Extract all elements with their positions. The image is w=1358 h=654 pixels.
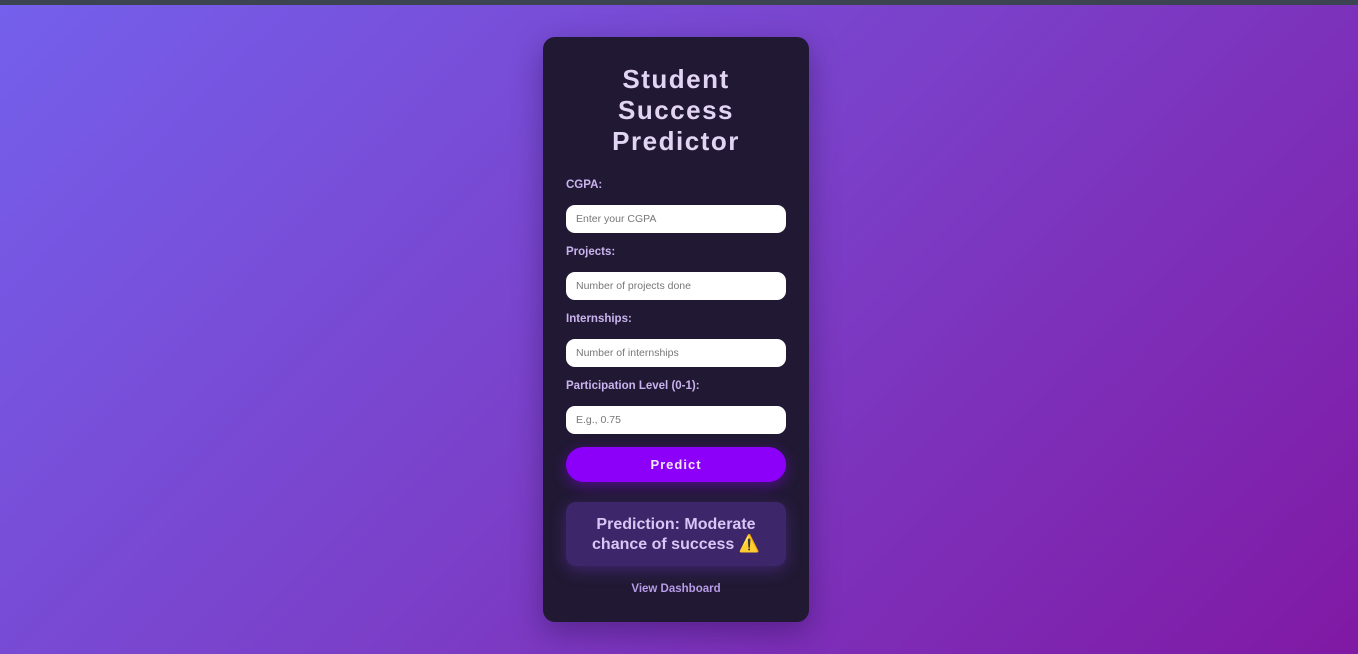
- window-top-bar: [0, 0, 1358, 5]
- internships-field-group: Internships:: [566, 312, 786, 367]
- projects-input[interactable]: [566, 272, 786, 300]
- warning-icon: ⚠️: [738, 533, 760, 553]
- participation-label: Participation Level (0-1):: [566, 380, 700, 392]
- projects-label: Projects:: [566, 246, 616, 258]
- projects-field-group: Projects:: [566, 245, 786, 300]
- prediction-result-content: Prediction: Moderate chance of success ⚠…: [584, 515, 768, 554]
- prediction-form: CGPA: Projects: Internships: Participati…: [566, 178, 786, 482]
- participation-field-group: Participation Level (0-1):: [566, 379, 786, 434]
- page-title: Student Success Predictor: [612, 64, 740, 156]
- predictor-card: Student Success Predictor CGPA: Projects…: [543, 37, 809, 622]
- cgpa-field-group: CGPA:: [566, 178, 786, 233]
- cgpa-label: CGPA:: [566, 179, 603, 191]
- predict-button[interactable]: Predict: [566, 447, 786, 482]
- internships-input[interactable]: [566, 339, 786, 367]
- prediction-result-text: Prediction: Moderate chance of success: [592, 515, 756, 553]
- prediction-result: Prediction: Moderate chance of success ⚠…: [566, 502, 786, 566]
- participation-input[interactable]: [566, 406, 786, 434]
- internships-label: Internships:: [566, 313, 632, 325]
- view-dashboard-link[interactable]: View Dashboard: [566, 583, 786, 595]
- cgpa-input[interactable]: [566, 205, 786, 233]
